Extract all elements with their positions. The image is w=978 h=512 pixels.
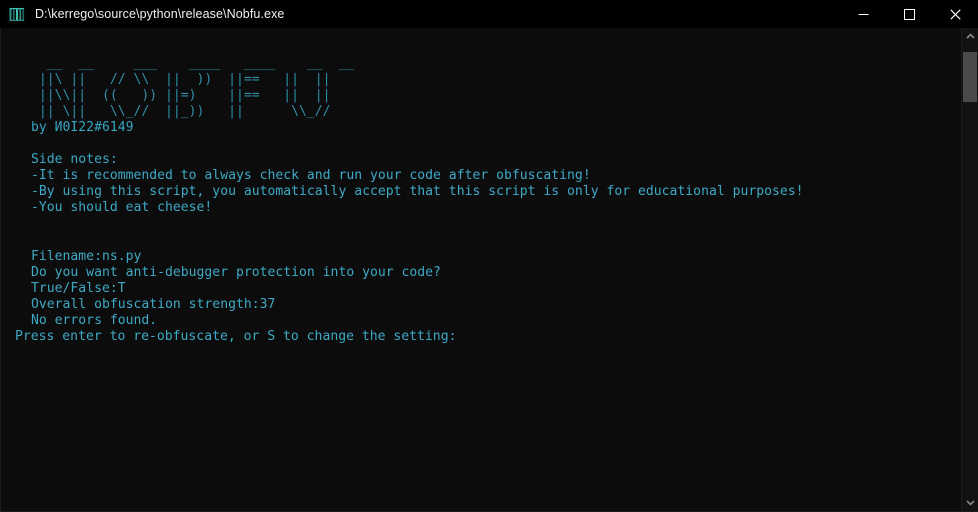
window-title: D:\kerrego\source\python\release\Nobfu.e… <box>35 7 285 21</box>
maximize-button[interactable] <box>886 0 932 28</box>
scroll-down-button[interactable] <box>962 494 978 511</box>
title-bar-left: D:\kerrego\source\python\release\Nobfu.e… <box>0 4 840 24</box>
prompt-truefalse: True/False:T <box>31 281 126 296</box>
side-note-line-2: -By using this script, you automatically… <box>31 184 804 199</box>
prompt-strength: Overall obfuscation strength:37 <box>31 297 276 312</box>
terminal-output[interactable]: __ __ ___ ____ ____ __ __ ||\ || // \\ |… <box>1 28 961 511</box>
nobfu-app-icon <box>7 4 26 24</box>
reobfuscate-prompt[interactable]: Press enter to re-obfuscate, or S to cha… <box>1 329 961 345</box>
chevron-up-icon <box>965 33 975 40</box>
close-button[interactable] <box>932 0 978 28</box>
status-no-errors: No errors found. <box>31 313 158 328</box>
scroll-thumb[interactable] <box>963 52 977 102</box>
title-bar[interactable]: D:\kerrego\source\python\release\Nobfu.e… <box>0 0 978 28</box>
console-window: D:\kerrego\source\python\release\Nobfu.e… <box>0 0 978 512</box>
side-note-line-3: -You should eat cheese! <box>31 200 213 215</box>
nobfu-ascii-banner: __ __ ___ ____ ____ __ __ ||\ || // \\ |… <box>38 56 355 119</box>
scroll-track[interactable] <box>962 45 978 494</box>
prompt-antidebugger-question: Do you want anti-debugger protection int… <box>31 265 441 280</box>
console-area: __ __ ___ ____ ____ __ __ ||\ || // \\ |… <box>0 28 978 512</box>
side-notes-heading: Side notes: <box>31 152 118 167</box>
vertical-scrollbar[interactable] <box>961 28 978 511</box>
chevron-down-icon <box>965 499 975 506</box>
minimize-button[interactable] <box>840 0 886 28</box>
author-byline: by И0I22#6149 <box>31 120 134 135</box>
prompt-block: Filename:ns.py Do you want anti-debugger… <box>1 216 961 329</box>
prompt-filename: Filename:ns.py <box>31 249 142 264</box>
side-notes-block: Side notes: -It is recommended to always… <box>1 136 961 216</box>
side-note-line-1: -It is recommended to always check and r… <box>31 168 591 183</box>
scroll-up-button[interactable] <box>962 28 978 45</box>
